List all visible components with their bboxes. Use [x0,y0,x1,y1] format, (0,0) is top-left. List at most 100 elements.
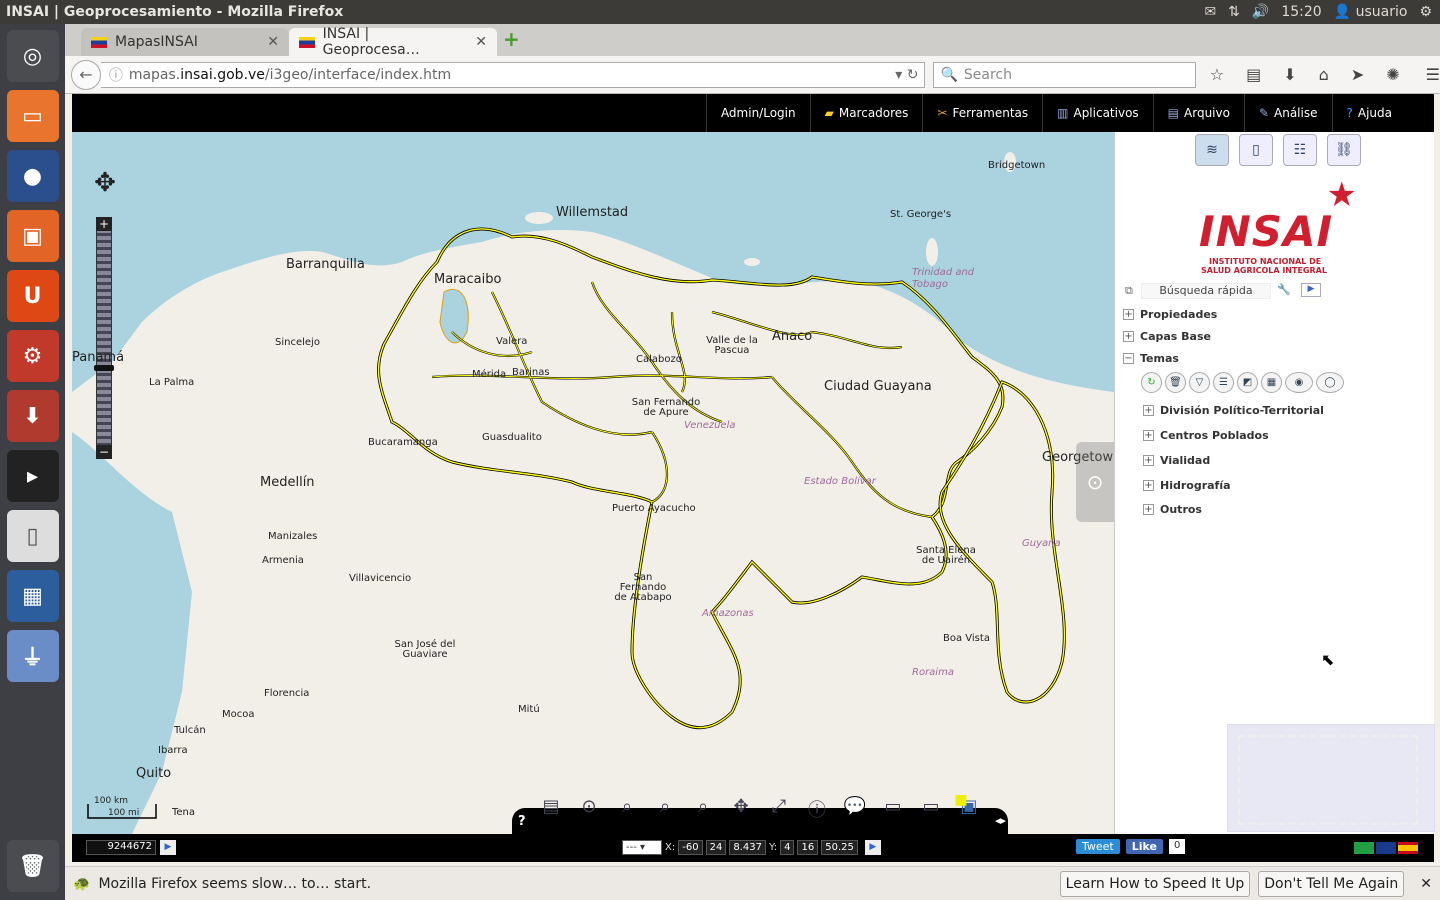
close-notification-icon[interactable]: ✕ [1420,876,1432,892]
expand-icon[interactable]: + [1123,309,1134,320]
hide-icon[interactable]: ◯ [1316,372,1344,393]
menu-ferramentas[interactable]: ✂ Ferramentas [922,94,1042,132]
measure-distance-icon[interactable]: ▭ [878,796,908,826]
installer-icon[interactable]: ⬇ [6,390,59,442]
bookmarks-list-icon[interactable]: ▤ [1246,65,1261,84]
menu-marcadores[interactable]: ▰ Marcadores [809,94,923,132]
like-button[interactable]: Like [1125,839,1164,854]
menu-ajuda[interactable]: ? Ajuda [1331,94,1407,132]
hamburger-menu-icon[interactable]: ☰ [1426,65,1440,84]
delete-icon[interactable]: 🗑 [1165,372,1186,393]
user-menu[interactable]: 👤 usuario [1334,4,1408,20]
theme-outros[interactable]: + Outros [1143,503,1202,516]
expand-icon[interactable]: + [1143,480,1154,491]
identify-icon[interactable]: ⓘ [802,796,832,826]
y-degrees[interactable]: 4 [780,840,795,855]
map-canvas[interactable]: ✥ + − Willemstad Barranquilla Maracaibo … [72,132,1114,834]
learn-speed-button[interactable]: Learn How to Speed It Up [1059,870,1251,897]
addon-icon[interactable]: ✺ [1386,65,1399,84]
home-icon[interactable]: ⌂ [1319,65,1329,84]
close-tab-icon[interactable]: ✕ [267,34,279,50]
x-degrees[interactable]: -60 [678,840,703,855]
visibility-icon[interactable]: ◉ [1285,372,1313,393]
tree-temas[interactable]: − Temas [1123,352,1179,365]
close-tab-icon[interactable]: ✕ [475,34,487,50]
document-icon[interactable]: ▯ [6,510,59,562]
pan-control[interactable]: ✥ [88,158,122,208]
map-tab-icon[interactable]: ▯ [1239,134,1273,166]
workspace-switcher-icon[interactable]: ▦ [6,570,59,622]
expand-icon[interactable]: + [1143,405,1154,416]
go-to-coord-icon[interactable]: ▶ [864,840,881,855]
filter-icon[interactable]: ▽ [1189,372,1210,393]
wrench-icon[interactable]: 🔧 [1277,283,1291,296]
y-seconds[interactable]: 50.25 [821,840,858,855]
side-panel-toggle[interactable]: ⊙ [1076,442,1114,522]
bookmark-star-icon[interactable]: ☆ [1210,65,1224,84]
zoom-box-icon[interactable]: ⌕ [650,796,680,826]
scale-input[interactable]: 9244672 [86,840,156,855]
site-info-icon[interactable]: ⓘ [109,65,123,85]
tree-propiedades[interactable]: + Propiedades [1123,308,1217,321]
zoom-previous-icon[interactable]: ⌕ [612,796,642,826]
dont-tell-button[interactable]: Don't Tell Me Again [1258,870,1405,897]
tree-capas-base[interactable]: + Capas Base [1123,330,1211,343]
tooltip-icon[interactable]: 💬 [840,796,870,826]
select-area-icon[interactable]: ■ [954,792,968,822]
expand-icon[interactable]: + [1143,430,1154,441]
ubuntu-dash-icon[interactable]: ◎ [6,30,59,82]
zoom-in-button[interactable]: + [96,217,112,231]
list-icon[interactable]: ☰ [1213,372,1234,393]
measure-area-icon[interactable]: ▭ [916,796,946,826]
expand-icon[interactable]: + [1143,504,1154,515]
send-icon[interactable]: ➤ [1351,65,1364,84]
x-seconds[interactable]: 8.437 [729,840,766,855]
usb-drive-icon[interactable]: ⏚ [6,630,59,682]
quick-search-input[interactable]: Búsqueda rápida [1141,283,1271,299]
zoom-out-button[interactable]: − [96,445,112,459]
expand-icon[interactable]: + [1143,455,1154,466]
flag-spain-icon[interactable] [1398,842,1418,854]
tab-geoprocesamiento[interactable]: INSAI | Geoprocesa… ✕ [289,26,497,58]
search-go-button[interactable]: ▶ [1301,283,1321,297]
theme-hidrografia[interactable]: + Hidrografía [1143,479,1231,492]
url-bar[interactable]: ⓘ mapas. insai.gob.ve/i3geo/interface/ind… [100,61,926,88]
zoom-extent-icon[interactable]: ⤢ [764,796,794,826]
zoom-slider[interactable]: + − [94,217,114,459]
files-icon[interactable]: ▭ [6,90,59,142]
tab-mapasinsai[interactable]: MapasINSAI ✕ [81,28,289,56]
binoculars-icon[interactable]: ⊙ [574,796,604,826]
pan-icon[interactable]: ✥ [726,796,756,826]
system-settings-icon[interactable]: ⚙ [6,330,59,382]
legend-tab-icon[interactable]: ☷ [1283,134,1317,166]
back-button[interactable]: ← [71,59,101,90]
volume-icon[interactable]: 🔊 [1252,4,1269,20]
external-link-icon[interactable]: ⧉ [1125,284,1133,298]
help-icon[interactable]: ? [518,814,526,829]
clock[interactable]: 15:20 [1281,4,1321,20]
expand-icon[interactable]: + [1123,331,1134,342]
software-center-icon[interactable]: ▣ [6,210,59,262]
collapse-icon[interactable]: − [1123,353,1134,364]
coord-format-select[interactable]: --- ▾ [622,840,662,855]
grid-icon[interactable]: ▦ [1261,372,1282,393]
firefox-icon[interactable]: ● [6,150,59,202]
zoom-next-icon[interactable]: ⌕ [688,796,718,826]
flag-uk-icon[interactable] [1376,842,1396,854]
new-tab-icon[interactable]: + [503,27,520,51]
overview-map[interactable] [1227,724,1435,832]
zoom-handle[interactable] [94,365,114,371]
x-minutes[interactable]: 24 [705,840,727,855]
legend-icon[interactable]: ▤ [536,796,566,826]
collapse-arrows-icon[interactable]: ◂▸ [995,814,1006,827]
terminal-icon[interactable]: ▸ [6,450,59,502]
trash-icon[interactable]: 🗑 [6,840,59,892]
mail-icon[interactable]: ✉ [1204,4,1216,20]
menu-arquivo[interactable]: ▤ Arquivo [1152,94,1244,132]
network-icon[interactable]: ⇅ [1228,4,1240,20]
menu-aplicativos[interactable]: ▥ Aplicativos [1042,94,1153,132]
link-tab-icon[interactable]: ⛓ [1327,134,1361,166]
opacity-icon[interactable]: ◩ [1237,372,1258,393]
tweet-button[interactable]: Tweet [1076,839,1120,854]
url-dropdown-icon[interactable]: ▾ ↻ [895,67,918,83]
